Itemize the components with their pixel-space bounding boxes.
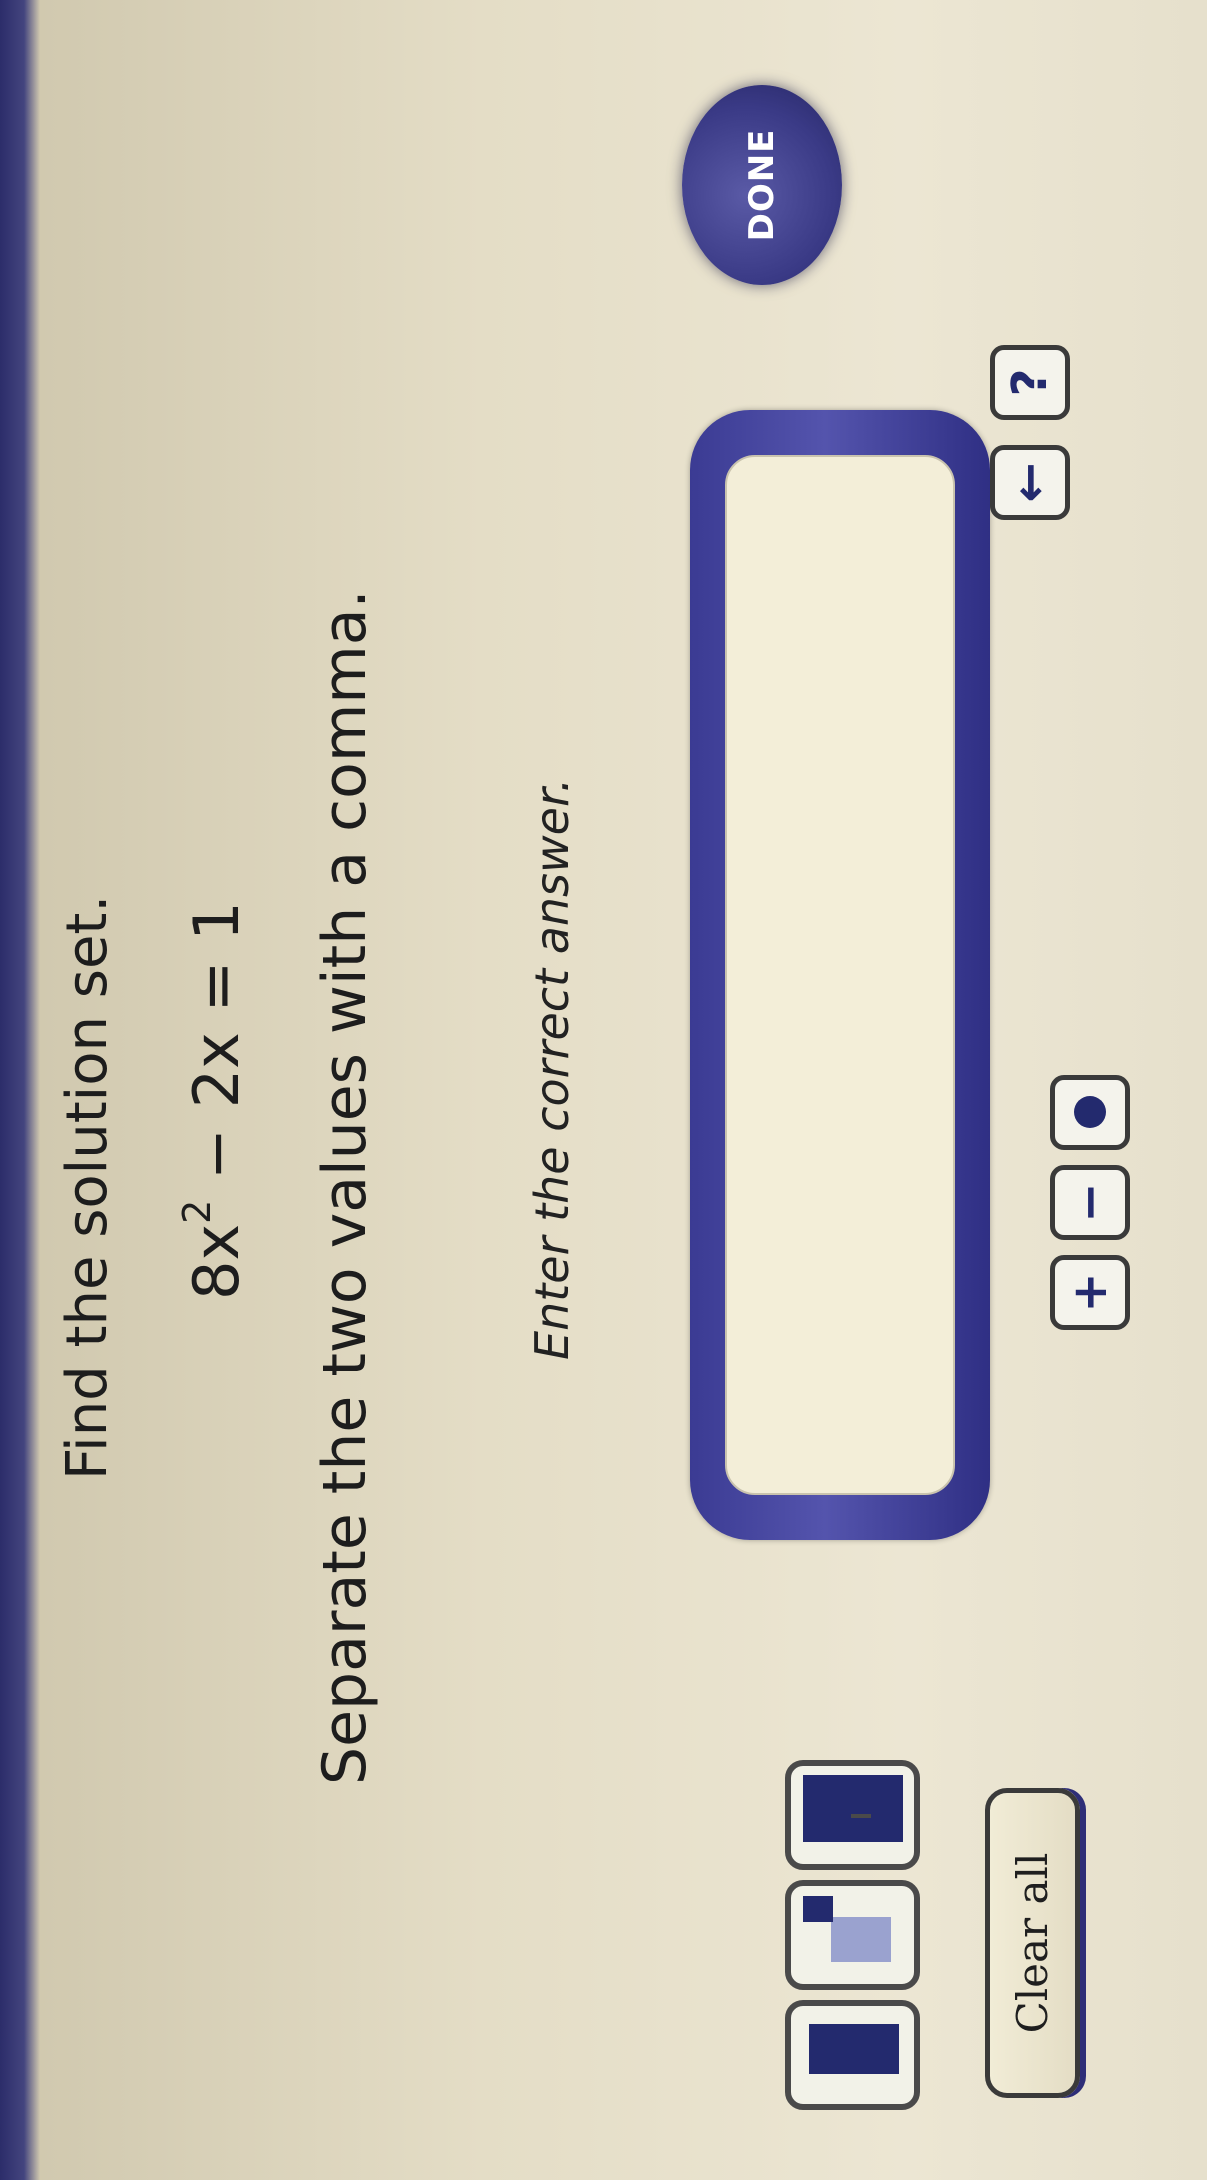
answer-input-frame: [725, 455, 955, 1495]
fraction-bar-icon: [851, 1814, 871, 1818]
fraction-numerator-icon: [803, 1775, 903, 1809]
exponent-template-button[interactable]: [785, 1880, 920, 1990]
equation-exponent: 2: [175, 1199, 220, 1224]
minus-button[interactable]: −: [1050, 1165, 1130, 1240]
window-top-strip: [0, 0, 40, 2180]
clear-all-button[interactable]: Clear all: [985, 1788, 1080, 2098]
back-arrow-button[interactable]: ←: [990, 445, 1070, 520]
equation: 8x2 − 2x = 1: [175, 901, 253, 1300]
answer-box: [690, 410, 990, 1540]
dot-icon: [1074, 1096, 1106, 1129]
question-title: Find the solution set.: [55, 894, 120, 1480]
equation-rest: − 2x = 1: [180, 901, 253, 1200]
question-panel: Find the solution set. 8x2 − 2x = 1 Sepa…: [0, 0, 1207, 2180]
fraction-template-button[interactable]: [785, 1760, 920, 1870]
exponent-base-icon: [831, 1917, 891, 1962]
box-template-button[interactable]: [785, 2000, 920, 2110]
done-button[interactable]: DONE: [682, 85, 842, 285]
dot-button[interactable]: [1050, 1075, 1130, 1150]
instruction-text: Separate the two values with a comma.: [310, 589, 380, 1785]
help-button[interactable]: ?: [990, 345, 1070, 420]
answer-prompt: Enter the correct answer.: [525, 777, 579, 1360]
exponent-power-icon: [803, 1896, 833, 1922]
answer-input[interactable]: [727, 457, 953, 1493]
equation-lhs: 8x: [180, 1223, 253, 1300]
box-template-icon: [809, 2024, 899, 2074]
plus-button[interactable]: +: [1050, 1255, 1130, 1330]
